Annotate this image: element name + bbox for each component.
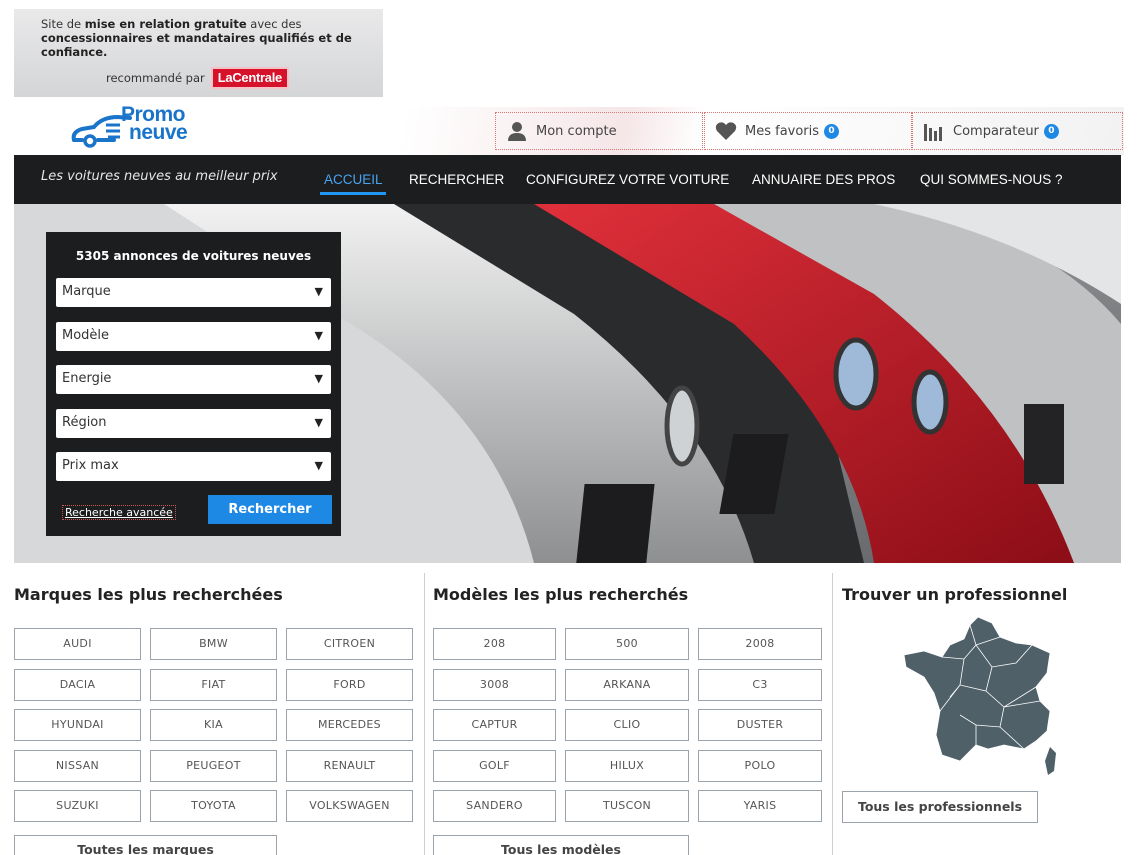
nav-item-annuaire[interactable]: ANNUAIRE DES PROS — [752, 172, 895, 187]
region-select-value: Région — [62, 415, 107, 430]
nav-item-rechercher[interactable]: RECHERCHER — [409, 172, 504, 187]
account-label: Mon compte — [536, 123, 617, 139]
brands-tag-citroen[interactable]: CITROEN — [286, 628, 413, 660]
models-tag-c3[interactable]: C3 — [698, 669, 822, 701]
models-section-title: Modèles les plus recherchés — [433, 585, 689, 604]
brands-tag-audi[interactable]: AUDI — [14, 628, 141, 660]
model-select-value: Modèle — [62, 328, 110, 343]
lacentrale-logo: LaCentrale — [210, 67, 289, 89]
models-tag-captur[interactable]: CAPTUR — [433, 709, 556, 741]
models-tag-duster[interactable]: DUSTER — [698, 709, 822, 741]
promo-banner[interactable]: Site de mise en relation gratuite avec d… — [14, 9, 383, 97]
logo-line-2: neuve — [129, 121, 188, 144]
dropdown-arrow-icon: ▼ — [314, 459, 323, 472]
brands-tag-kia[interactable]: KIA — [150, 709, 277, 741]
dropdown-arrow-icon: ▼ — [314, 329, 323, 342]
brands-tag-ford[interactable]: FORD — [286, 669, 413, 701]
brand-select[interactable]: Marque ▼ — [56, 278, 331, 307]
promo-text-2: avec des — [246, 17, 302, 31]
models-tag-clio[interactable]: CLIO — [565, 709, 689, 741]
favorites-label: Mes favoris — [745, 123, 820, 139]
nav-item-configurez[interactable]: CONFIGUREZ VOTRE VOITURE — [526, 172, 729, 187]
heart-icon — [715, 122, 737, 140]
search-title: 5305 annonces de voitures neuves — [75, 249, 312, 263]
models-tag-arkana[interactable]: ARKANA — [565, 669, 689, 701]
brand-select-value: Marque — [62, 284, 111, 299]
user-icon — [508, 122, 526, 141]
models-tag-2008[interactable]: 2008 — [698, 628, 822, 660]
tagline: Les voitures neuves au meilleur prix — [41, 169, 278, 184]
models-tag-polo[interactable]: POLO — [698, 750, 822, 782]
logo-text[interactable]: Promo neuve — [121, 104, 188, 144]
models-tag-208[interactable]: 208 — [433, 628, 556, 660]
max-price-select[interactable]: Prix max ▼ — [56, 452, 331, 481]
brands-tag-bmw[interactable]: BMW — [150, 628, 277, 660]
promo-text: Site de mise en relation gratuite avec d… — [41, 17, 369, 59]
all-pros-button[interactable]: Tous les professionnels — [842, 791, 1038, 823]
dropdown-arrow-icon: ▼ — [314, 372, 323, 385]
brands-tag-suzuki[interactable]: SUZUKI — [14, 790, 141, 822]
pros-section-title: Trouver un professionnel — [842, 585, 1068, 604]
model-select[interactable]: Modèle ▼ — [56, 322, 331, 351]
account-link[interactable]: Mon compte — [495, 112, 703, 150]
energy-select-value: Energie — [62, 371, 112, 386]
recommended-by: recommandé par LaCentrale — [106, 67, 289, 89]
favorites-count-badge: 0 — [824, 123, 840, 139]
main-nav: Les voitures neuves au meilleur prix ACC… — [14, 155, 1121, 204]
section-divider — [424, 573, 425, 855]
all-brands-button[interactable]: Toutes les marques — [14, 835, 277, 855]
models-tag-hilux[interactable]: HILUX — [565, 750, 689, 782]
brands-tag-toyota[interactable]: TOYOTA — [150, 790, 277, 822]
section-divider — [832, 573, 833, 855]
nav-active-indicator — [320, 192, 386, 195]
models-tag-sandero[interactable]: SANDERO — [433, 790, 556, 822]
france-map[interactable] — [900, 615, 1065, 780]
compare-count-badge: 0 — [1043, 123, 1059, 139]
brands-tag-dacia[interactable]: DACIA — [14, 669, 141, 701]
compare-link[interactable]: Comparateur 0 — [912, 112, 1123, 150]
brands-tag-mercedes[interactable]: MERCEDES — [286, 709, 413, 741]
bar-chart-icon — [924, 124, 942, 141]
models-tag-yaris[interactable]: YARIS — [698, 790, 822, 822]
advanced-search-link[interactable]: Recherche avancée — [62, 505, 176, 520]
brands-tag-volkswagen[interactable]: VOLKSWAGEN — [286, 790, 413, 822]
brands-tag-renault[interactable]: RENAULT — [286, 750, 413, 782]
dropdown-arrow-icon: ▼ — [314, 416, 323, 429]
nav-item-accueil[interactable]: ACCUEIL — [324, 172, 383, 187]
favorites-link[interactable]: Mes favoris 0 — [704, 112, 912, 150]
models-tag-tuscon[interactable]: TUSCON — [565, 790, 689, 822]
dropdown-arrow-icon: ▼ — [314, 285, 323, 298]
brands-tag-peugeot[interactable]: PEUGEOT — [150, 750, 277, 782]
energy-select[interactable]: Energie ▼ — [56, 365, 331, 394]
models-tag-golf[interactable]: GOLF — [433, 750, 556, 782]
brands-tag-nissan[interactable]: NISSAN — [14, 750, 141, 782]
models-tag-500[interactable]: 500 — [565, 628, 689, 660]
region-select[interactable]: Région ▼ — [56, 409, 331, 438]
promo-text-1: Site de — [41, 17, 85, 31]
models-tag-3008[interactable]: 3008 — [433, 669, 556, 701]
recommended-label: recommandé par — [106, 71, 205, 85]
brands-tag-hyundai[interactable]: HYUNDAI — [14, 709, 141, 741]
max-price-select-value: Prix max — [62, 458, 119, 473]
all-models-button[interactable]: Tous les modèles — [433, 835, 689, 855]
brands-tag-fiat[interactable]: FIAT — [150, 669, 277, 701]
search-button[interactable]: Rechercher — [208, 495, 332, 524]
promo-text-bold-2: concessionnaires et mandataires qualifié… — [41, 31, 352, 59]
promo-text-bold-1: mise en relation gratuite — [84, 17, 247, 31]
search-panel: 5305 annonces de voitures neuves Marque … — [46, 232, 341, 536]
brands-section-title: Marques les plus recherchées — [14, 585, 283, 604]
compare-label: Comparateur — [953, 123, 1039, 139]
nav-item-qui-sommes-nous[interactable]: QUI SOMMES-NOUS ? — [920, 172, 1063, 187]
